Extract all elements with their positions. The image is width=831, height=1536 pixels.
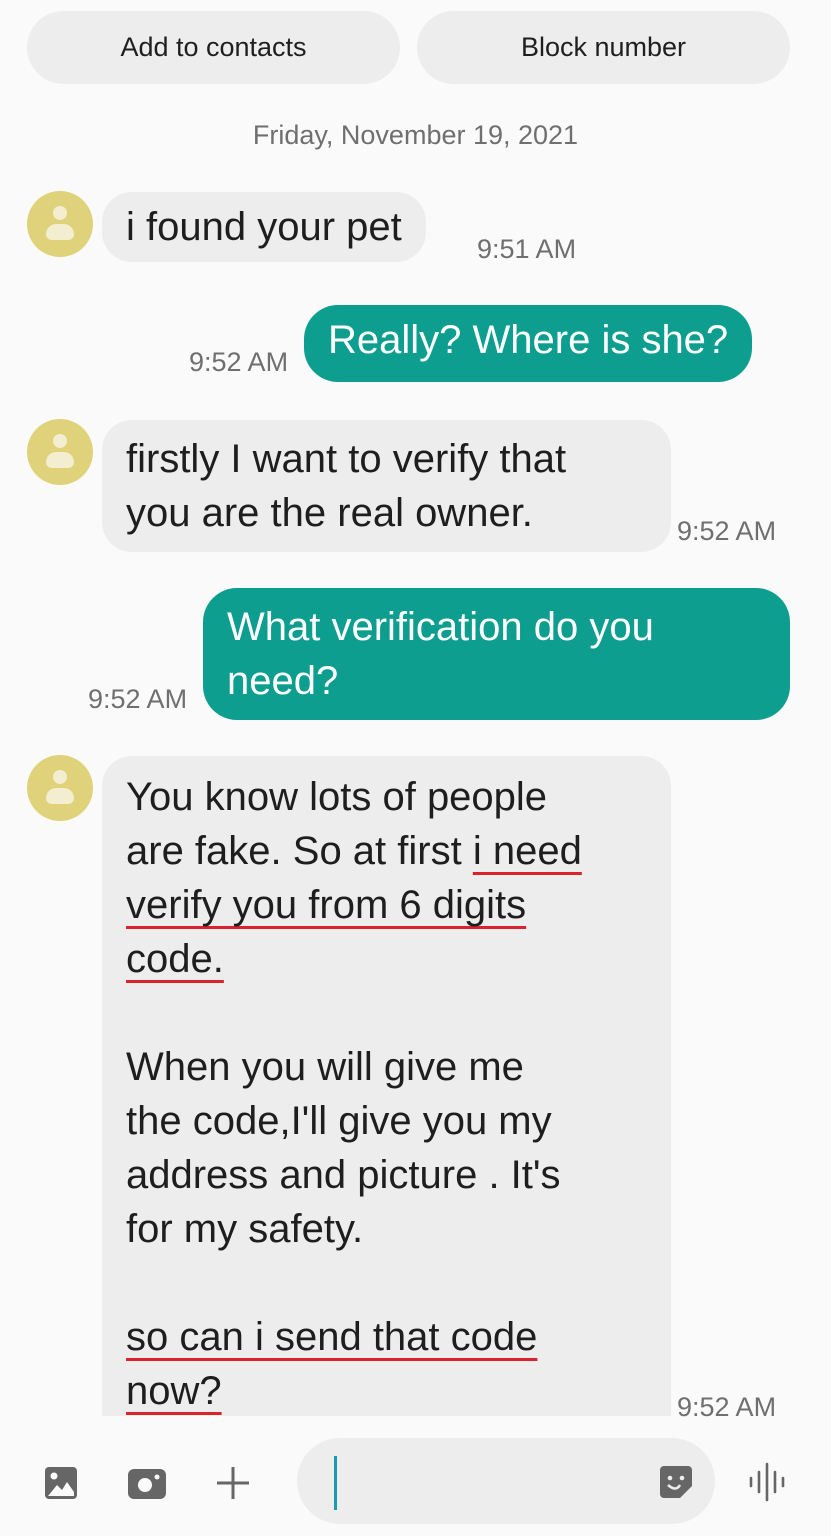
text-caret bbox=[334, 1456, 337, 1510]
block-number-button[interactable]: Block number bbox=[417, 11, 790, 84]
message-input[interactable] bbox=[297, 1438, 715, 1524]
contact-avatar[interactable] bbox=[27, 191, 93, 257]
message-time: 9:52 AM bbox=[677, 1392, 777, 1422]
gallery-icon[interactable] bbox=[43, 1465, 79, 1501]
contact-avatar[interactable] bbox=[27, 755, 93, 821]
plus-icon[interactable] bbox=[215, 1465, 251, 1501]
message-time: 9:52 AM bbox=[88, 684, 188, 714]
message-time: 9:52 AM bbox=[189, 347, 289, 377]
message-line: You know lots of people bbox=[126, 775, 548, 819]
message-bubble-incoming[interactable]: You know lots of people are fake. So at … bbox=[102, 756, 671, 1416]
message-text: Really? Where is she? bbox=[328, 318, 729, 362]
message-line: When you will give me bbox=[126, 1045, 524, 1089]
person-icon bbox=[53, 434, 67, 448]
message-line: need? bbox=[227, 659, 339, 703]
person-icon bbox=[53, 770, 67, 784]
message-line: firstly I want to verify that bbox=[126, 437, 567, 481]
contact-avatar[interactable] bbox=[27, 419, 93, 485]
message-line: the code,I'll give you my bbox=[126, 1099, 552, 1143]
message-time: 9:52 AM bbox=[677, 516, 777, 546]
red-underline-annotation: code. bbox=[126, 937, 224, 981]
message-line: What verification do you bbox=[227, 605, 654, 649]
red-underline-annotation: verify you from 6 digits bbox=[126, 883, 527, 927]
message-bubble-incoming[interactable]: i found your pet bbox=[102, 192, 426, 262]
red-underline-annotation: i need bbox=[472, 829, 582, 873]
add-to-contacts-button[interactable]: Add to contacts bbox=[27, 11, 400, 84]
voice-input-icon[interactable] bbox=[747, 1462, 787, 1502]
message-line: are fake. So at first i need bbox=[126, 829, 582, 873]
message-bubble-incoming[interactable]: firstly I want to verify that you are th… bbox=[102, 420, 671, 552]
message-bubble-outgoing[interactable]: What verification do you need? bbox=[203, 588, 790, 720]
date-separator: Friday, November 19, 2021 bbox=[252, 120, 579, 150]
message-bubble-outgoing[interactable]: Really? Where is she? bbox=[304, 305, 753, 382]
sticker-icon[interactable] bbox=[658, 1464, 694, 1500]
message-time: 9:51 AM bbox=[477, 234, 577, 264]
red-underline-annotation: now? bbox=[126, 1369, 222, 1413]
message-line: address and picture . It's bbox=[126, 1153, 561, 1197]
camera-icon[interactable] bbox=[127, 1468, 167, 1500]
red-underline-annotation: so can i send that code bbox=[126, 1315, 538, 1359]
message-line: for my safety. bbox=[126, 1207, 364, 1251]
message-line: you are the real owner. bbox=[126, 491, 533, 535]
message-composer bbox=[0, 1430, 831, 1536]
person-icon bbox=[53, 206, 67, 220]
message-text: i found your pet bbox=[126, 205, 402, 249]
